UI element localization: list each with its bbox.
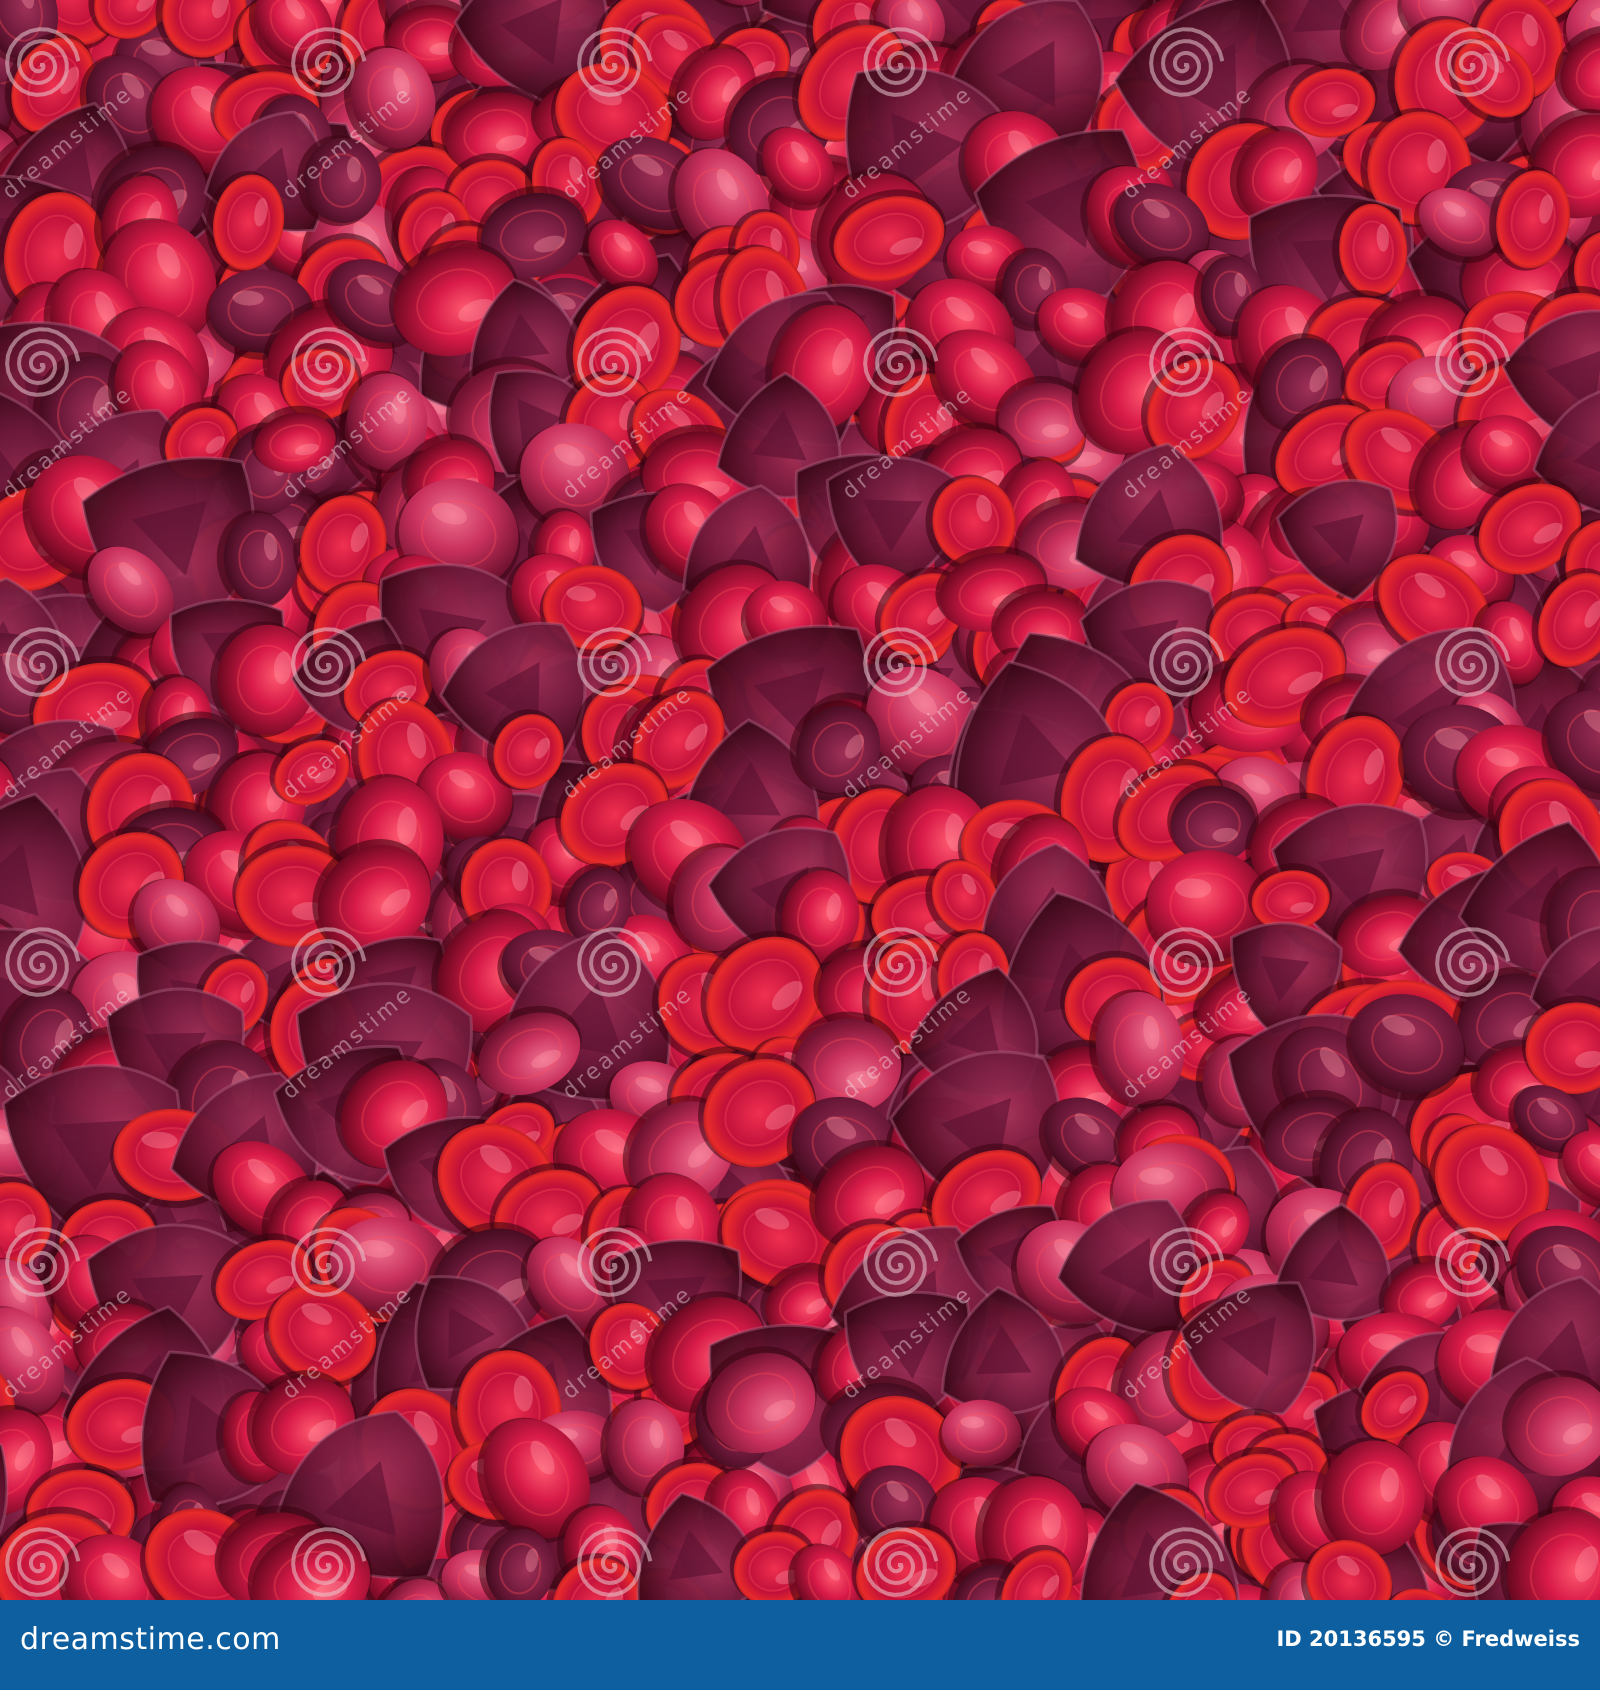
site-name[interactable]: dreamstime.com <box>20 1622 281 1657</box>
ruby-gems-photo: dreamstime dreamstime dreamstime dreamstime… <box>0 0 1600 1600</box>
gemstone-texture: dreamstime dreamstime dreamstime dreamstime… <box>0 0 1600 1600</box>
gem-layer <box>0 0 1600 1600</box>
image-credit: ID 20136595 © Fredweiss <box>1276 1627 1580 1651</box>
stock-footer-bar: dreamstime.com ID 20136595 © Fredweiss <box>0 1600 1600 1690</box>
